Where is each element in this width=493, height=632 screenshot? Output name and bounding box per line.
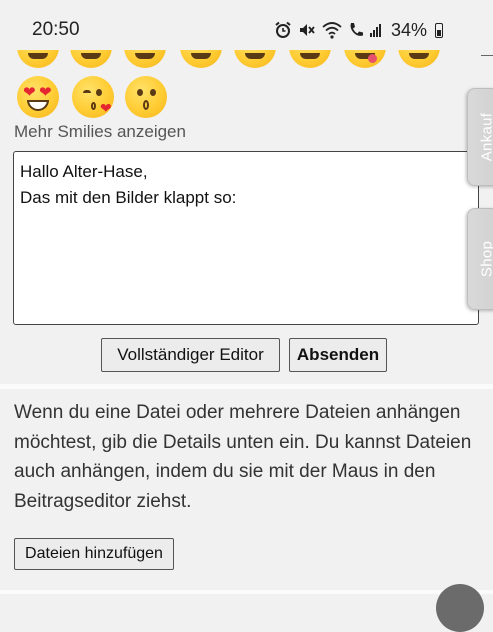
full-editor-button[interactable]: Vollständiger Editor xyxy=(101,338,280,372)
editor-line: Das mit den Bilder klappt so: xyxy=(20,185,472,211)
battery-percent: 34% xyxy=(391,20,427,41)
submit-button[interactable]: Absenden xyxy=(289,338,387,372)
side-tab-label: Ankauf xyxy=(479,113,493,162)
smiley-kissing-heart-icon[interactable]: ❤ xyxy=(72,76,114,118)
wifi-icon xyxy=(322,21,342,39)
collapsed-tab-edge xyxy=(481,55,493,70)
smiley-heart-eyes-icon[interactable]: ❤ ❤ xyxy=(17,76,59,118)
section-divider xyxy=(0,590,493,594)
side-tab-shop[interactable]: Shop xyxy=(467,208,493,310)
alarm-icon xyxy=(274,21,292,39)
editor-line: Hallo Alter-Hase, xyxy=(20,159,472,185)
status-icons: 34% xyxy=(274,19,443,41)
section-divider xyxy=(0,384,493,389)
mute-icon xyxy=(298,21,316,39)
side-tab-label: Shop xyxy=(479,241,493,277)
status-time: 20:50 xyxy=(32,19,80,41)
attachment-info-text: Wenn du eine Datei oder mehrere Dateien … xyxy=(14,398,476,516)
add-files-button[interactable]: Dateien hinzufügen xyxy=(14,538,174,570)
call-icon xyxy=(348,21,364,39)
message-editor[interactable]: Hallo Alter-Hase, Das mit den Bilder kla… xyxy=(13,151,479,325)
status-bar: 20:50 34% xyxy=(0,0,493,50)
signal-icon xyxy=(370,23,381,37)
more-smilies-link[interactable]: Mehr Smilies anzeigen xyxy=(14,122,186,142)
side-tab-ankauf[interactable]: Ankauf xyxy=(467,88,493,186)
scroll-top-button[interactable] xyxy=(436,584,484,632)
battery-icon xyxy=(435,23,443,38)
smiley-kissing-icon[interactable] xyxy=(125,76,167,118)
